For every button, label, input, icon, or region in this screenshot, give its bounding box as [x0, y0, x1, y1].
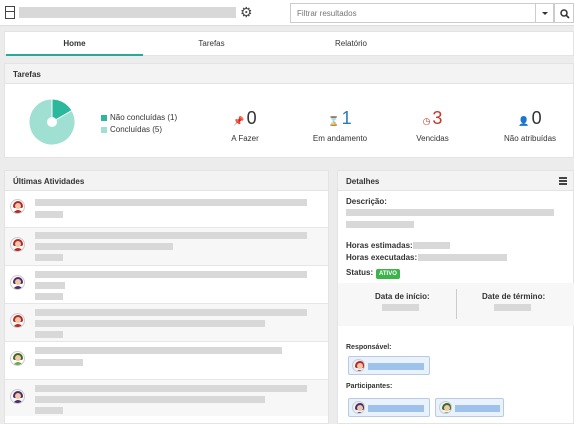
hours-executed-value — [418, 254, 507, 261]
hourglass-icon: ⌛ — [328, 116, 340, 126]
legend-item-concluidas: Concluídas (5) — [101, 124, 177, 136]
avatar — [10, 351, 25, 366]
tasks-pie-chart — [28, 98, 76, 146]
stat-a-fazer[interactable]: 📌 0 A Fazer — [215, 108, 275, 143]
app-layout-icon[interactable] — [5, 6, 15, 19]
responsible-chip[interactable] — [348, 356, 430, 375]
legend-item-nao-concluidas: Não concluídas (1) — [101, 112, 177, 124]
responsible-label: Responsável: — [346, 344, 392, 351]
avatar — [10, 275, 25, 290]
top-bar: ⚙ — [0, 0, 574, 26]
menu-icon[interactable] — [559, 177, 567, 186]
stat-value: 3 — [432, 108, 443, 128]
user-icon: 👤 — [518, 116, 530, 126]
hours-estimated-label: Horas estimadas: — [346, 241, 413, 250]
stat-label: Em andamento — [312, 134, 368, 143]
description-placeholder — [346, 209, 554, 216]
avatar — [10, 389, 25, 404]
legend-swatch-icon — [101, 126, 107, 133]
activities-card-title: Últimas Atividades — [5, 171, 328, 191]
list-item[interactable] — [5, 228, 328, 266]
dates-box — [338, 283, 574, 326]
status-label: Status: — [346, 268, 374, 277]
start-date-value — [382, 304, 419, 311]
avatar — [10, 237, 25, 252]
list-item[interactable] — [5, 342, 328, 380]
tasks-card-title: Tarefas — [5, 64, 573, 84]
stat-label: A Fazer — [231, 134, 259, 143]
tab-bar: Home Tarefas Relatório — [4, 31, 574, 56]
description-placeholder — [346, 221, 414, 228]
details-card-title: Detalhes — [338, 171, 573, 191]
avatar — [352, 401, 365, 414]
list-item[interactable] — [5, 190, 328, 228]
search-input[interactable] — [290, 3, 536, 23]
description-label: Descrição: — [346, 197, 387, 206]
hours-estimated-value — [413, 242, 450, 249]
stat-value: 1 — [341, 108, 352, 128]
avatar — [10, 313, 25, 328]
participant-chip[interactable] — [435, 398, 504, 417]
avatar — [439, 401, 452, 414]
avatar — [10, 199, 25, 214]
end-date-value — [494, 304, 531, 311]
pin-icon: 📌 — [233, 116, 245, 126]
clock-icon: ◷ — [422, 116, 431, 126]
stat-label: Vencidas — [416, 134, 449, 143]
tasks-card: Tarefas — [4, 63, 574, 158]
gear-icon[interactable]: ⚙ — [240, 4, 253, 20]
avatar — [352, 359, 365, 372]
stat-value: 0 — [246, 108, 257, 128]
tab-relatorio[interactable]: Relatório — [280, 32, 422, 56]
stat-value: 0 — [531, 108, 542, 128]
legend-swatch-icon — [101, 114, 107, 121]
participant-chip[interactable] — [348, 398, 430, 417]
list-item[interactable] — [5, 266, 328, 304]
tab-tarefas[interactable]: Tarefas — [143, 32, 280, 56]
search-icon — [560, 9, 570, 19]
list-item[interactable] — [5, 380, 328, 416]
status-badge: ATIVO — [376, 269, 400, 279]
project-title-placeholder — [19, 7, 236, 18]
list-item[interactable] — [5, 304, 328, 342]
start-date-label: Data de início: — [375, 292, 430, 301]
pie-legend: Não concluídas (1) Concluídas (5) — [101, 112, 177, 136]
tab-home[interactable]: Home — [6, 32, 143, 56]
stat-label: Não atribuídas — [503, 134, 557, 143]
stat-vencidas[interactable]: ◷ 3 Vencidas — [405, 108, 460, 143]
pie-center — [47, 117, 57, 127]
activity-list — [5, 190, 328, 416]
search-button[interactable] — [554, 3, 574, 23]
hours-executed-label: Horas executadas: — [346, 253, 418, 262]
stat-nao-atribuidas[interactable]: 👤 0 Não atribuídas — [495, 108, 565, 143]
end-date-label: Date de término: — [482, 292, 546, 301]
participants-label: Participantes: — [346, 383, 393, 390]
stat-em-andamento[interactable]: ⌛ 1 Em andamento — [300, 108, 380, 143]
search-dropdown-button[interactable] — [535, 3, 554, 23]
